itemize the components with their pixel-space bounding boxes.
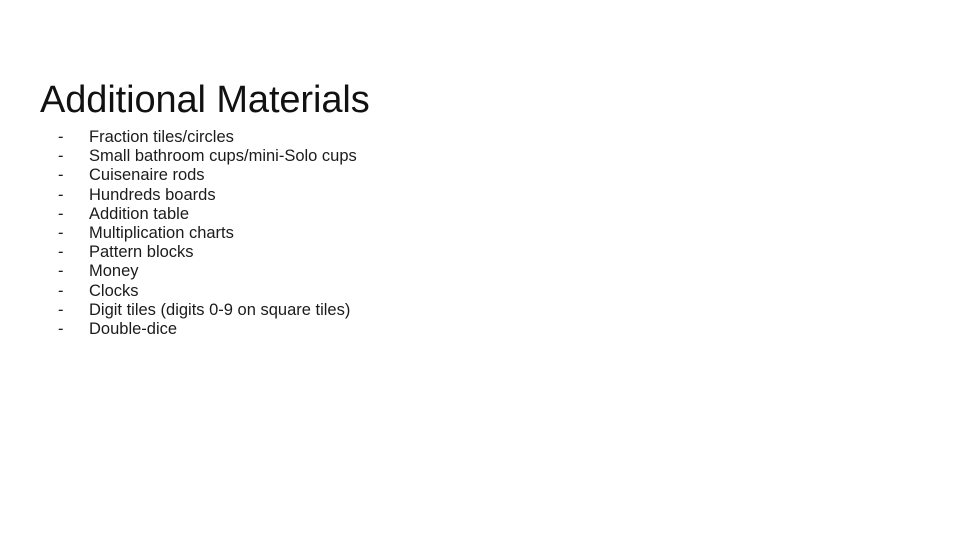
materials-bullet-list: - Fraction tiles/circles - Small bathroo… — [58, 128, 758, 339]
list-item: - Multiplication charts — [58, 224, 758, 243]
list-item-label: Double-dice — [89, 320, 178, 339]
list-item: - Money — [58, 262, 758, 281]
bullet-dash-icon: - — [58, 204, 64, 223]
bullet-dash-icon: - — [58, 300, 64, 319]
bullet-dash-icon: - — [58, 147, 64, 166]
list-item-label: Addition table — [89, 204, 189, 223]
list-item: - Digit tiles (digits 0-9 on square tile… — [58, 301, 758, 320]
list-item: - Cuisenaire rods — [58, 166, 758, 185]
page-title: Additional Materials — [40, 79, 370, 122]
bullet-dash-icon: - — [58, 262, 64, 281]
bullet-dash-icon: - — [58, 224, 64, 243]
list-item: - Small bathroom cups/mini-Solo cups — [58, 147, 758, 166]
list-item-label: Digit tiles (digits 0-9 on square tiles) — [89, 300, 351, 319]
list-item: - Double-dice — [58, 320, 758, 339]
bullet-dash-icon: - — [58, 320, 64, 339]
list-item: - Fraction tiles/circles — [58, 128, 758, 147]
list-item-label: Clocks — [89, 281, 139, 300]
list-item-label: Fraction tiles/circles — [89, 128, 234, 146]
bullet-dash-icon: - — [58, 281, 64, 300]
list-item-label: Pattern blocks — [89, 243, 194, 262]
list-item-label: Multiplication charts — [89, 224, 234, 243]
list-item: - Addition table — [58, 205, 758, 224]
bullet-dash-icon: - — [58, 185, 64, 204]
list-item-label: Cuisenaire rods — [89, 166, 205, 185]
presentation-slide: Additional Materials - Fraction tiles/ci… — [0, 0, 960, 540]
bullet-dash-icon: - — [58, 243, 64, 262]
list-item-label: Money — [89, 262, 139, 281]
list-item: - Clocks — [58, 282, 758, 301]
list-item: - Hundreds boards — [58, 186, 758, 205]
bullet-dash-icon: - — [58, 128, 64, 146]
list-item: - Pattern blocks — [58, 243, 758, 262]
bullet-dash-icon: - — [58, 166, 64, 185]
list-item-label: Hundreds boards — [89, 185, 216, 204]
list-item-label: Small bathroom cups/mini-Solo cups — [89, 147, 357, 166]
